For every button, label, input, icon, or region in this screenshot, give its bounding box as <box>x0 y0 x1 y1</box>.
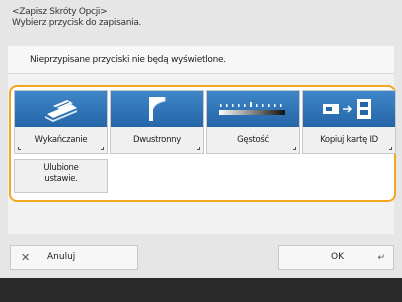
id-card-copy-icon <box>303 91 395 127</box>
cancel-label: Anuluj <box>47 252 76 262</box>
corner-mark-icon <box>389 147 392 150</box>
ok-button[interactable]: OK ↵ <box>278 245 394 270</box>
density-slider-icon <box>207 91 299 127</box>
corner-mark-icon <box>101 147 104 150</box>
favorite-settings-label: Ulubione ustawie. <box>43 163 79 184</box>
screen-instruction: Wybierz przycisk do zapisania. <box>12 18 142 28</box>
header: <Zapisz Skróty Opcji> Wybierz przycisk d… <box>12 7 392 29</box>
option-density-button[interactable]: Gęstość <box>206 90 300 154</box>
ok-label: OK <box>331 252 344 262</box>
option-id-card-copy-button[interactable]: Kopiuj kartę ID <box>302 90 396 154</box>
screen-title: <Zapisz Skróty Opcji> <box>12 7 108 17</box>
option-finishing-label: Wykańczanie <box>34 135 88 145</box>
option-finishing-button[interactable]: Wykańczanie <box>14 90 108 154</box>
corner-mark-icon <box>197 147 200 150</box>
stapler-icon <box>15 91 107 127</box>
return-arrow-icon: ↵ <box>377 253 385 263</box>
corner-mark-icon <box>18 147 21 150</box>
option-duplex-button[interactable]: Dwustronny <box>110 90 204 154</box>
options-grid: Wykańczanie Dwustronny Gęstość Kopiuj ka… <box>9 85 396 202</box>
notice-text: Nieprzypisane przyciski nie będą wyświet… <box>8 46 394 74</box>
favorite-settings-button[interactable]: Ulubione ustawie. <box>14 159 108 193</box>
cancel-button[interactable]: ✕ Anuluj <box>10 245 138 270</box>
bottom-bar <box>0 278 402 302</box>
option-duplex-label: Dwustronny <box>133 135 181 145</box>
duplex-page-icon <box>111 91 203 127</box>
corner-mark-icon <box>293 147 296 150</box>
option-id-card-copy-label: Kopiuj kartę ID <box>320 135 378 145</box>
close-icon: ✕ <box>21 251 31 264</box>
option-density-label: Gęstość <box>237 135 269 145</box>
